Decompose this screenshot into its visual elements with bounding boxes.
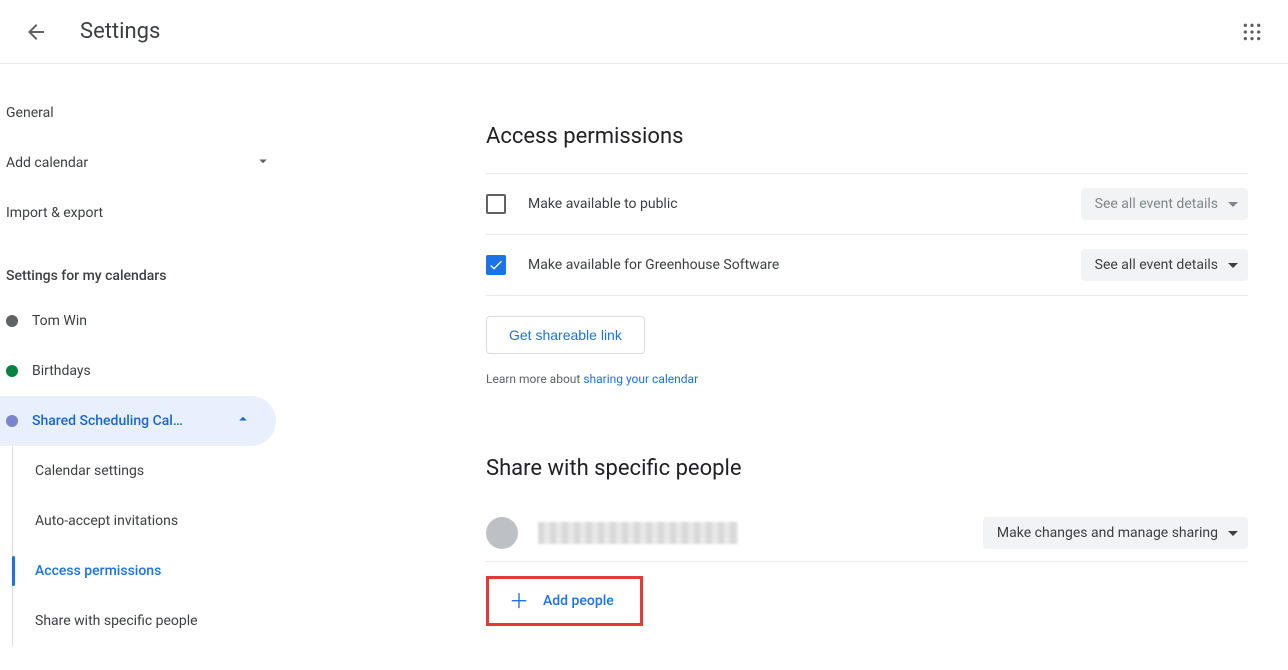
settings-sidebar: General Add calendar Import & export Set… bbox=[0, 64, 296, 670]
checkbox-org[interactable] bbox=[486, 255, 506, 275]
dropdown-org-visibility[interactable]: See all event details bbox=[1081, 249, 1248, 281]
sub-nav-calendar-settings[interactable]: Calendar settings bbox=[13, 446, 296, 496]
sub-nav-access-permissions[interactable]: Access permissions bbox=[13, 546, 296, 596]
sidebar-section-my-calendars: Settings for my calendars bbox=[0, 238, 296, 296]
chevron-down-icon bbox=[254, 152, 272, 174]
plus-icon: ＋ bbox=[509, 591, 529, 611]
perm-label-public: Make available to public bbox=[528, 196, 678, 212]
main-content: Access permissions Make available to pub… bbox=[296, 64, 1288, 670]
checkbox-public[interactable] bbox=[486, 194, 506, 214]
calendar-row-shared-scheduling[interactable]: Shared Scheduling Cal… bbox=[0, 396, 276, 446]
add-people-highlight: ＋ Add people bbox=[486, 576, 643, 626]
redacted-email bbox=[538, 522, 738, 544]
sidebar-item-add-calendar[interactable]: Add calendar bbox=[0, 138, 296, 188]
sidebar-item-import-export[interactable]: Import & export bbox=[0, 188, 296, 238]
checkmark-icon bbox=[488, 257, 504, 273]
dropdown-arrow-icon bbox=[1228, 263, 1238, 268]
arrow-left-icon bbox=[24, 20, 48, 44]
app-header: Settings bbox=[0, 0, 1288, 64]
apps-grid-icon bbox=[1242, 22, 1262, 42]
perm-row-org: Make available for Greenhouse Software S… bbox=[486, 235, 1248, 296]
add-people-button[interactable]: ＋ Add people bbox=[491, 581, 638, 621]
get-shareable-link-button[interactable]: Get shareable link bbox=[486, 316, 645, 354]
avatar bbox=[486, 517, 518, 549]
section-title-access-permissions: Access permissions bbox=[486, 124, 1248, 149]
dropdown-person-permission[interactable]: Make changes and manage sharing bbox=[983, 517, 1248, 549]
perm-label-org: Make available for Greenhouse Software bbox=[528, 257, 779, 273]
share-person-row: Make changes and manage sharing bbox=[486, 505, 1248, 562]
section-title-share-people: Share with specific people bbox=[486, 456, 1248, 481]
sub-nav-auto-accept[interactable]: Auto-accept invitations bbox=[13, 496, 296, 546]
perm-row-public: Make available to public See all event d… bbox=[486, 173, 1248, 235]
back-button[interactable] bbox=[16, 12, 56, 52]
sub-nav-share-specific[interactable]: Share with specific people bbox=[13, 596, 296, 646]
calendar-row-birthdays[interactable]: Birthdays bbox=[0, 346, 276, 396]
access-hint: Learn more about sharing your calendar bbox=[486, 372, 1248, 386]
dropdown-arrow-icon bbox=[1228, 531, 1238, 536]
calendar-color-dot bbox=[6, 365, 18, 377]
chevron-up-icon bbox=[234, 410, 252, 432]
calendar-row-tom-win[interactable]: Tom Win bbox=[0, 296, 276, 346]
page-title: Settings bbox=[80, 19, 160, 44]
calendar-color-dot bbox=[6, 315, 18, 327]
calendar-sub-nav: Calendar settings Auto-accept invitation… bbox=[12, 446, 296, 646]
google-apps-button[interactable] bbox=[1232, 12, 1272, 52]
dropdown-arrow-icon bbox=[1228, 202, 1238, 207]
dropdown-public-visibility[interactable]: See all event details bbox=[1081, 188, 1248, 220]
sidebar-item-general[interactable]: General bbox=[0, 88, 296, 138]
calendar-color-dot bbox=[6, 415, 18, 427]
sharing-help-link[interactable]: sharing your calendar bbox=[583, 372, 698, 386]
